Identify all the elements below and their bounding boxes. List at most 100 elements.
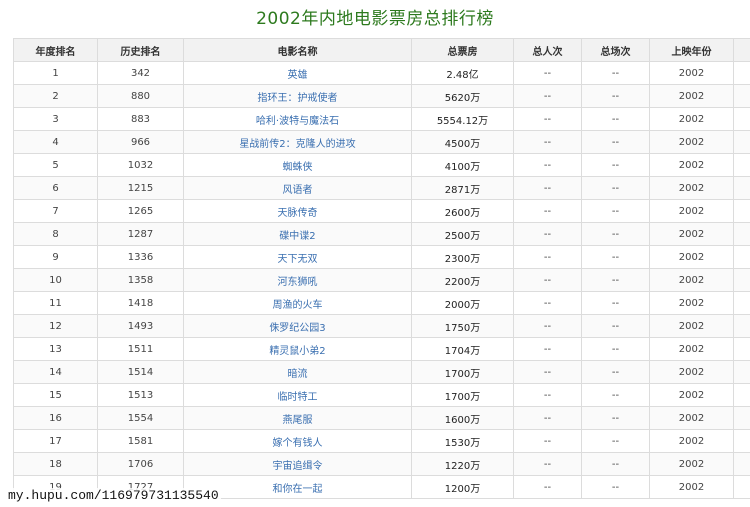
header-extra — [733, 38, 750, 62]
cell-release-year: 2002 — [649, 153, 734, 177]
cell-total-box: 2600万 — [411, 199, 514, 223]
cell-total-shows: -- — [581, 107, 650, 131]
cell-movie-name: 临时特工 — [183, 383, 412, 407]
cell-history-rank: 1706 — [97, 452, 184, 476]
cell-year-rank: 18 — [13, 452, 98, 476]
movie-link[interactable]: 嫁个有钱人 — [273, 438, 323, 449]
cell-total-shows: -- — [581, 130, 650, 154]
movie-link[interactable]: 风语者 — [283, 185, 313, 196]
cell-history-rank: 1265 — [97, 199, 184, 223]
cell-total-box: 2000万 — [411, 291, 514, 315]
box-office-table: 年度排名 历史排名 电影名称 总票房 总人次 总场次 上映年份 1 342 英雄 2.… — [13, 38, 750, 499]
cell-history-rank: 1418 — [97, 291, 184, 315]
movie-link[interactable]: 指环王：护戒使者 — [258, 93, 338, 104]
cell-year-rank: 17 — [13, 429, 98, 453]
cell-total-people: -- — [513, 475, 582, 499]
cell-year-rank: 16 — [13, 406, 98, 430]
cell-history-rank: 1215 — [97, 176, 184, 200]
cell-total-people: -- — [513, 337, 582, 361]
cell-total-box: 1704万 — [411, 337, 514, 361]
table-row: 3 883 哈利·波特与魔法石 5554.12万 -- -- 2002 — [13, 107, 750, 131]
cell-total-box: 1750万 — [411, 314, 514, 338]
cell-total-box: 1700万 — [411, 360, 514, 384]
cell-total-people: -- — [513, 84, 582, 108]
cell-total-box: 2.48亿 — [411, 61, 514, 85]
cell-history-rank: 1513 — [97, 383, 184, 407]
cell-movie-name: 指环王：护戒使者 — [183, 84, 412, 108]
cell-total-box: 1700万 — [411, 383, 514, 407]
cell-history-rank: 883 — [97, 107, 184, 131]
movie-link[interactable]: 蜘蛛侠 — [283, 162, 313, 173]
cell-history-rank: 1514 — [97, 360, 184, 384]
cell-total-shows: -- — [581, 222, 650, 246]
movie-link[interactable]: 碟中谍2 — [279, 231, 315, 242]
page-title: 2002年内地电影票房总排行榜 — [256, 9, 494, 29]
cell-total-shows: -- — [581, 383, 650, 407]
movie-link[interactable]: 天脉传奇 — [278, 208, 318, 219]
cell-total-box: 5554.12万 — [411, 107, 514, 131]
cell-history-rank: 1493 — [97, 314, 184, 338]
cell-movie-name: 风语者 — [183, 176, 412, 200]
table-row: 17 1581 嫁个有钱人 1530万 -- -- 2002 — [13, 429, 750, 453]
header-total-people[interactable]: 总人次 — [513, 38, 582, 62]
cell-history-rank: 1287 — [97, 222, 184, 246]
table-row: 10 1358 河东狮吼 2200万 -- -- 2002 — [13, 268, 750, 292]
table-row: 7 1265 天脉传奇 2600万 -- -- 2002 — [13, 199, 750, 223]
cell-history-rank: 1358 — [97, 268, 184, 292]
header-total-shows[interactable]: 总场次 — [581, 38, 650, 62]
cell-year-rank: 6 — [13, 176, 98, 200]
movie-link[interactable]: 和你在一起 — [273, 484, 323, 495]
header-release-year[interactable]: 上映年份 — [649, 38, 734, 62]
cell-total-shows: -- — [581, 452, 650, 476]
cell-extra — [733, 314, 750, 338]
movie-link[interactable]: 周渔的火车 — [273, 300, 323, 311]
cell-year-rank: 11 — [13, 291, 98, 315]
cell-history-rank: 880 — [97, 84, 184, 108]
cell-history-rank: 1032 — [97, 153, 184, 177]
movie-link[interactable]: 精灵鼠小弟2 — [269, 346, 325, 357]
cell-total-people: -- — [513, 429, 582, 453]
cell-total-shows: -- — [581, 176, 650, 200]
cell-year-rank: 9 — [13, 245, 98, 269]
cell-release-year: 2002 — [649, 429, 734, 453]
cell-release-year: 2002 — [649, 268, 734, 292]
cell-total-people: -- — [513, 383, 582, 407]
cell-extra — [733, 360, 750, 384]
movie-link[interactable]: 燕尾服 — [283, 415, 313, 426]
movie-link[interactable]: 英雄 — [288, 70, 308, 81]
table-row: 16 1554 燕尾服 1600万 -- -- 2002 — [13, 406, 750, 430]
header-history-rank[interactable]: 历史排名 — [97, 38, 184, 62]
cell-release-year: 2002 — [649, 245, 734, 269]
cell-year-rank: 2 — [13, 84, 98, 108]
table-row: 6 1215 风语者 2871万 -- -- 2002 — [13, 176, 750, 200]
cell-total-box: 1600万 — [411, 406, 514, 430]
cell-total-shows: -- — [581, 245, 650, 269]
movie-link[interactable]: 暗流 — [288, 369, 308, 380]
header-movie-name[interactable]: 电影名称 — [183, 38, 412, 62]
cell-release-year: 2002 — [649, 314, 734, 338]
cell-release-year: 2002 — [649, 84, 734, 108]
cell-year-rank: 7 — [13, 199, 98, 223]
movie-link[interactable]: 临时特工 — [278, 392, 318, 403]
movie-link[interactable]: 河东狮吼 — [278, 277, 318, 288]
cell-total-box: 2200万 — [411, 268, 514, 292]
movie-link[interactable]: 星战前传2：克隆人的进攻 — [239, 139, 355, 150]
cell-release-year: 2002 — [649, 452, 734, 476]
cell-total-people: -- — [513, 130, 582, 154]
table-row: 18 1706 宇宙追缉令 1220万 -- -- 2002 — [13, 452, 750, 476]
movie-link[interactable]: 天下无双 — [278, 254, 318, 265]
cell-year-rank: 13 — [13, 337, 98, 361]
movie-link[interactable]: 哈利·波特与魔法石 — [256, 116, 339, 127]
header-year-rank[interactable]: 年度排名 — [13, 38, 98, 62]
movie-link[interactable]: 宇宙追缉令 — [273, 461, 323, 472]
table-row: 8 1287 碟中谍2 2500万 -- -- 2002 — [13, 222, 750, 246]
cell-release-year: 2002 — [649, 406, 734, 430]
header-total-box[interactable]: 总票房 — [411, 38, 514, 62]
cell-extra — [733, 153, 750, 177]
cell-release-year: 2002 — [649, 291, 734, 315]
table-row: 13 1511 精灵鼠小弟2 1704万 -- -- 2002 — [13, 337, 750, 361]
table-row: 12 1493 侏罗纪公园3 1750万 -- -- 2002 — [13, 314, 750, 338]
cell-total-people: -- — [513, 406, 582, 430]
cell-release-year: 2002 — [649, 360, 734, 384]
movie-link[interactable]: 侏罗纪公园3 — [269, 323, 325, 334]
